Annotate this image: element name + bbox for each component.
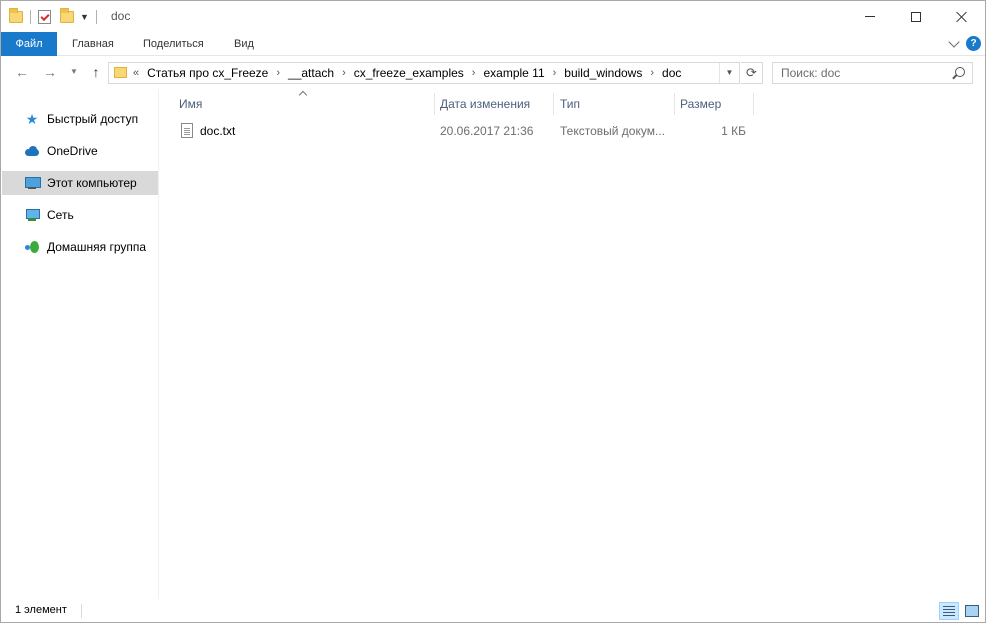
search-box[interactable] — [772, 62, 973, 84]
title-bar: ▼ doc — [1, 1, 985, 32]
details-view-button[interactable] — [939, 602, 959, 620]
folder-icon — [114, 67, 127, 78]
close-button[interactable] — [939, 1, 985, 32]
breadcrumb: « Статья про cx_Freeze › __attach › cx_f… — [133, 63, 681, 83]
large-icons-view-button[interactable] — [962, 602, 982, 620]
status-divider — [81, 604, 82, 618]
new-folder-icon[interactable] — [60, 8, 74, 23]
sidebar-item-label: Сеть — [47, 208, 74, 222]
expand-ribbon-icon[interactable] — [948, 35, 960, 48]
ribbon-right-controls: ? — [948, 35, 981, 51]
text-file-icon — [181, 123, 193, 138]
file-name: doc.txt — [200, 124, 236, 138]
window-title: doc — [111, 9, 131, 23]
forward-button[interactable]: → — [41, 63, 59, 81]
item-count: 1 элемент — [15, 604, 67, 616]
maximize-button[interactable] — [893, 1, 939, 32]
toolbar-divider — [95, 10, 97, 24]
breadcrumb-item[interactable]: Статья про cx_Freeze — [147, 63, 268, 83]
breadcrumb-item[interactable]: build_windows — [564, 63, 642, 83]
column-header-size[interactable]: Размер — [675, 93, 754, 115]
explorer-window: ▼ doc Файл Главная Поделиться Вид ? ← → … — [0, 0, 986, 623]
recent-locations-dropdown[interactable]: ▼ — [65, 63, 83, 81]
tab-file[interactable]: Файл — [1, 32, 57, 56]
navigation-pane: ★ Быстрый доступ OneDrive Этот компьютер… — [1, 89, 159, 599]
breadcrumb-separator[interactable]: › — [553, 63, 557, 83]
minimize-button[interactable] — [847, 1, 893, 32]
sidebar-item-label: OneDrive — [47, 144, 98, 158]
sidebar-item-onedrive[interactable]: OneDrive — [2, 139, 158, 163]
homegroup-icon — [24, 239, 40, 255]
folder-icon — [9, 8, 23, 23]
network-icon — [24, 207, 40, 223]
back-button[interactable]: ← — [13, 63, 31, 81]
column-header-date[interactable]: Дата изменения — [435, 93, 554, 115]
sidebar-item-label: Этот компьютер — [47, 176, 137, 190]
properties-icon[interactable] — [38, 10, 51, 24]
file-list: Имя Дата изменения Тип Размер doc.txt 20… — [160, 89, 985, 599]
file-date: 20.06.2017 21:36 — [440, 124, 534, 138]
navigation-bar: ← → ▼ ↑ « Статья про cx_Freeze › __attac… — [1, 57, 985, 88]
breadcrumb-item[interactable]: doc — [662, 63, 681, 83]
up-button[interactable]: ↑ — [87, 63, 105, 81]
maximize-icon — [911, 11, 921, 22]
tab-home[interactable]: Главная — [72, 32, 114, 56]
address-bar[interactable]: « Статья про cx_Freeze › __attach › cx_f… — [108, 62, 740, 84]
breadcrumb-item[interactable]: cx_freeze_examples — [354, 63, 464, 83]
cloud-icon — [24, 143, 40, 159]
sidebar-item-homegroup[interactable]: Домашняя группа — [2, 235, 158, 259]
column-header-name[interactable]: Имя — [174, 93, 435, 115]
breadcrumb-separator[interactable]: › — [650, 63, 654, 83]
quick-access-toolbar: ▼ — [9, 7, 104, 27]
search-input[interactable] — [773, 63, 943, 83]
sidebar-item-label: Быстрый доступ — [47, 112, 139, 126]
file-type: Текстовый докум... — [560, 124, 665, 138]
sidebar-item-label: Домашняя группа — [47, 240, 147, 254]
breadcrumb-item[interactable]: example 11 — [483, 63, 544, 83]
close-icon — [956, 11, 968, 23]
customize-toolbar-dropdown-icon[interactable]: ▼ — [80, 12, 89, 22]
toolbar-divider — [30, 10, 31, 24]
breadcrumb-separator[interactable]: › — [472, 63, 476, 83]
minimize-icon — [865, 16, 875, 17]
address-dropdown-icon[interactable]: ▼ — [719, 63, 739, 83]
breadcrumb-separator[interactable]: › — [276, 63, 280, 83]
file-size: 1 КБ — [721, 124, 746, 138]
breadcrumb-separator[interactable]: › — [342, 63, 346, 83]
refresh-button[interactable]: ⟳ — [741, 62, 763, 84]
sidebar-item-quick-access[interactable]: ★ Быстрый доступ — [2, 107, 158, 131]
star-icon: ★ — [25, 111, 39, 127]
tab-view[interactable]: Вид — [234, 32, 254, 56]
help-icon[interactable]: ? — [966, 36, 981, 51]
column-header-type[interactable]: Тип — [555, 93, 675, 115]
computer-icon — [24, 175, 41, 191]
overflow-chevron[interactable]: « — [133, 63, 139, 83]
breadcrumb-item[interactable]: __attach — [288, 63, 334, 83]
status-bar: 1 элемент — [1, 599, 985, 622]
ribbon-tabs: Файл Главная Поделиться Вид ? — [1, 32, 985, 56]
tab-share[interactable]: Поделиться — [143, 32, 204, 56]
table-row[interactable]: doc.txt 20.06.2017 21:36 Текстовый докум… — [160, 120, 760, 142]
search-icon[interactable] — [955, 67, 965, 77]
sidebar-item-this-pc[interactable]: Этот компьютер — [2, 171, 158, 195]
window-controls — [847, 1, 985, 32]
sidebar-item-network[interactable]: Сеть — [2, 203, 158, 227]
